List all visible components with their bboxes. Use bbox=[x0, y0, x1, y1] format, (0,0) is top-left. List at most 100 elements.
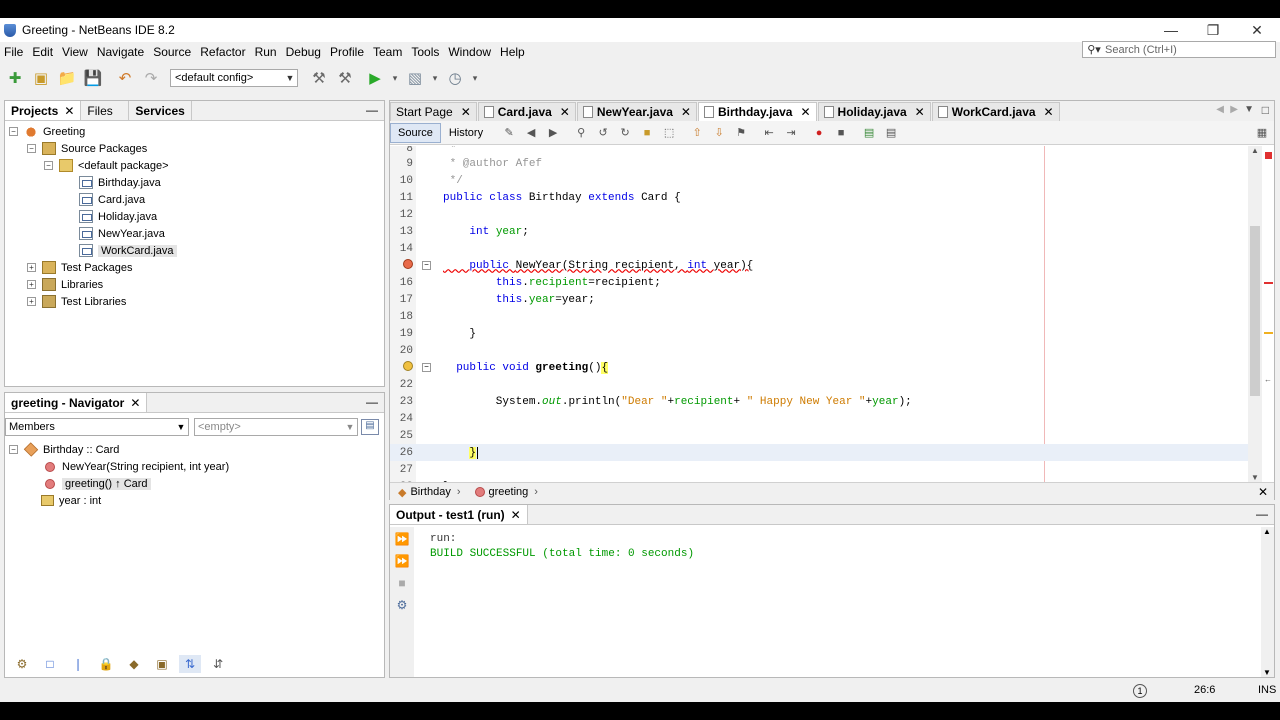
toggle-rect-selection-icon[interactable]: ⬚ bbox=[659, 123, 679, 143]
menu-tools[interactable]: Tools bbox=[407, 45, 444, 59]
config-select[interactable]: <default config> ▼ bbox=[170, 69, 298, 87]
fully-qualified-names-icon[interactable]: ▣ bbox=[151, 655, 173, 673]
settings-icon[interactable]: ⚙ bbox=[390, 595, 414, 615]
profile-icon[interactable]: ◷ bbox=[444, 67, 466, 89]
scrollbar-thumb[interactable] bbox=[1250, 226, 1260, 396]
profile-dropdown-icon[interactable]: ▾ bbox=[470, 67, 480, 89]
scroll-down-icon[interactable]: ▼ bbox=[1263, 668, 1271, 677]
tab-workcard-java[interactable]: WorkCard.java ✕ bbox=[931, 102, 1060, 121]
save-all-icon[interactable]: 💾 bbox=[82, 67, 104, 89]
fold-toggle-icon[interactable]: − bbox=[422, 261, 431, 270]
rerun-icon[interactable]: ⏩ bbox=[390, 529, 414, 549]
collapse-icon[interactable]: − bbox=[27, 144, 36, 153]
scroll-tabs-left-icon[interactable]: ◀ bbox=[1216, 104, 1224, 115]
tree-item-holiday-java[interactable]: Holiday.java bbox=[5, 208, 384, 225]
tree-item-libraries[interactable]: + Libraries bbox=[5, 276, 384, 293]
menu-run[interactable]: Run bbox=[251, 45, 282, 59]
code-editor[interactable]: 8 * 9 * @author Afef 10 */ 11 public cla… bbox=[390, 146, 1248, 482]
find-icon[interactable]: ⚲ bbox=[571, 123, 591, 143]
menu-file[interactable]: File bbox=[0, 45, 28, 59]
close-breadcrumbs-icon[interactable]: ✕ bbox=[1258, 485, 1268, 499]
tree-item-birthday-java[interactable]: Birthday.java bbox=[5, 174, 384, 191]
redo-icon[interactable]: ↷ bbox=[140, 67, 162, 89]
tree-item-greeting[interactable]: − Greeting bbox=[5, 123, 384, 140]
tab-holiday-java[interactable]: Holiday.java ✕ bbox=[817, 102, 931, 121]
shift-right-icon[interactable]: ⇥ bbox=[781, 123, 801, 143]
collapse-icon[interactable]: − bbox=[9, 445, 18, 454]
run-icon[interactable]: ▶ bbox=[364, 67, 386, 89]
tab-projects[interactable]: Projects ✕ bbox=[5, 101, 82, 120]
tab-output[interactable]: Output - test1 (run) ✕ bbox=[390, 505, 528, 524]
members-filter-select[interactable]: Members ▼ bbox=[5, 418, 189, 436]
minimize-panel-icon[interactable]: — bbox=[366, 103, 378, 117]
sort-by-name-icon[interactable]: ⇅ bbox=[179, 655, 201, 673]
error-stripe-icon[interactable] bbox=[1265, 152, 1272, 159]
run-dropdown-icon[interactable]: ▾ bbox=[390, 67, 400, 89]
last-edit-icon[interactable]: ✎ bbox=[499, 123, 519, 143]
tab-files[interactable]: Files bbox=[81, 101, 130, 120]
expand-icon[interactable]: + bbox=[27, 280, 36, 289]
show-fields-icon[interactable]: □ bbox=[39, 655, 61, 673]
expand-icon[interactable]: + bbox=[27, 297, 36, 306]
hint-marker-icon[interactable] bbox=[403, 360, 413, 371]
output-scrollbar[interactable]: ▲ ▼ bbox=[1261, 527, 1274, 677]
close-icon[interactable]: ✕ bbox=[511, 508, 521, 522]
tree-item-test-packages[interactable]: + Test Packages bbox=[5, 259, 384, 276]
minimize-panel-icon[interactable]: — bbox=[1256, 507, 1268, 521]
close-icon[interactable]: ✕ bbox=[681, 105, 691, 119]
source-view-button[interactable]: Source bbox=[390, 122, 441, 143]
menu-help[interactable]: Help bbox=[496, 45, 530, 59]
split-editor-icon[interactable]: ▦ bbox=[1252, 123, 1272, 143]
close-icon[interactable]: ✕ bbox=[1044, 105, 1054, 119]
scroll-up-icon[interactable]: ▲ bbox=[1251, 146, 1259, 155]
maximize-window-icon[interactable]: □ bbox=[1262, 103, 1269, 117]
navigator-member[interactable]: greeting() ↑ Card bbox=[5, 475, 384, 492]
show-static-icon[interactable]: ❘ bbox=[67, 655, 89, 673]
sort-by-source-icon[interactable]: ⇵ bbox=[207, 655, 229, 673]
menu-profile[interactable]: Profile bbox=[326, 45, 369, 59]
toggle-highlight-icon[interactable]: ■ bbox=[637, 123, 657, 143]
menu-source[interactable]: Source bbox=[149, 45, 196, 59]
shift-left-icon[interactable]: ⇤ bbox=[759, 123, 779, 143]
tab-services[interactable]: Services bbox=[129, 101, 192, 120]
undo-icon[interactable]: ↶ bbox=[114, 67, 136, 89]
navigator-options-icon[interactable]: ▤ bbox=[361, 419, 379, 435]
close-icon[interactable]: ✕ bbox=[461, 105, 471, 119]
find-previous-icon[interactable]: ↺ bbox=[593, 123, 613, 143]
close-icon[interactable]: ✕ bbox=[915, 105, 925, 119]
scroll-down-icon[interactable]: ▼ bbox=[1251, 473, 1259, 482]
show-inherited-icon[interactable]: ⚙ bbox=[11, 655, 33, 673]
tree-item-source-packages[interactable]: − Source Packages bbox=[5, 140, 384, 157]
tab-start-page[interactable]: Start Page ✕ bbox=[390, 102, 477, 121]
stop-icon[interactable]: ■ bbox=[390, 573, 414, 593]
build-icon[interactable]: ⚒ bbox=[308, 67, 330, 89]
collapse-icon[interactable]: − bbox=[9, 127, 18, 136]
collapse-icon[interactable]: − bbox=[44, 161, 53, 170]
fold-toggle-icon[interactable]: − bbox=[422, 363, 431, 372]
next-bookmark-icon[interactable]: ⇩ bbox=[709, 123, 729, 143]
output-console[interactable]: run: BUILD SUCCESSFUL (total time: 0 sec… bbox=[414, 527, 1260, 677]
close-icon[interactable]: ✕ bbox=[560, 105, 570, 119]
maximize-button[interactable]: ❐ bbox=[1192, 18, 1234, 42]
menu-debug[interactable]: Debug bbox=[282, 45, 326, 59]
tab-newyear-java[interactable]: NewYear.java ✕ bbox=[576, 102, 697, 121]
tree-item-newyear-java[interactable]: NewYear.java bbox=[5, 225, 384, 242]
tab-card-java[interactable]: Card.java ✕ bbox=[477, 102, 576, 121]
tab-navigator[interactable]: greeting - Navigator ✕ bbox=[5, 393, 148, 412]
history-view-button[interactable]: History bbox=[441, 123, 491, 143]
search-field[interactable]: ⚲▾ Search (Ctrl+I) bbox=[1082, 41, 1276, 58]
error-marker-icon[interactable] bbox=[403, 258, 413, 269]
navigator-root[interactable]: − Birthday :: Card bbox=[5, 441, 384, 458]
menu-refactor[interactable]: Refactor bbox=[196, 45, 250, 59]
menu-edit[interactable]: Edit bbox=[28, 45, 58, 59]
new-file-icon[interactable]: ✚ bbox=[4, 67, 26, 89]
notifications-badge[interactable]: 1 bbox=[1133, 684, 1147, 698]
debug-dropdown-icon[interactable]: ▾ bbox=[430, 67, 440, 89]
tree-item-test-libraries[interactable]: + Test Libraries bbox=[5, 293, 384, 310]
menu-view[interactable]: View bbox=[58, 45, 93, 59]
show-non-public-icon[interactable]: 🔒 bbox=[95, 655, 117, 673]
tab-birthday-java[interactable]: Birthday.java ✕ bbox=[697, 102, 817, 121]
navigator-context-select[interactable]: <empty> ▼ bbox=[194, 418, 358, 436]
debug-icon[interactable]: ▧ bbox=[404, 67, 426, 89]
editor-scrollbar[interactable]: ▲ ▼ bbox=[1248, 146, 1262, 482]
